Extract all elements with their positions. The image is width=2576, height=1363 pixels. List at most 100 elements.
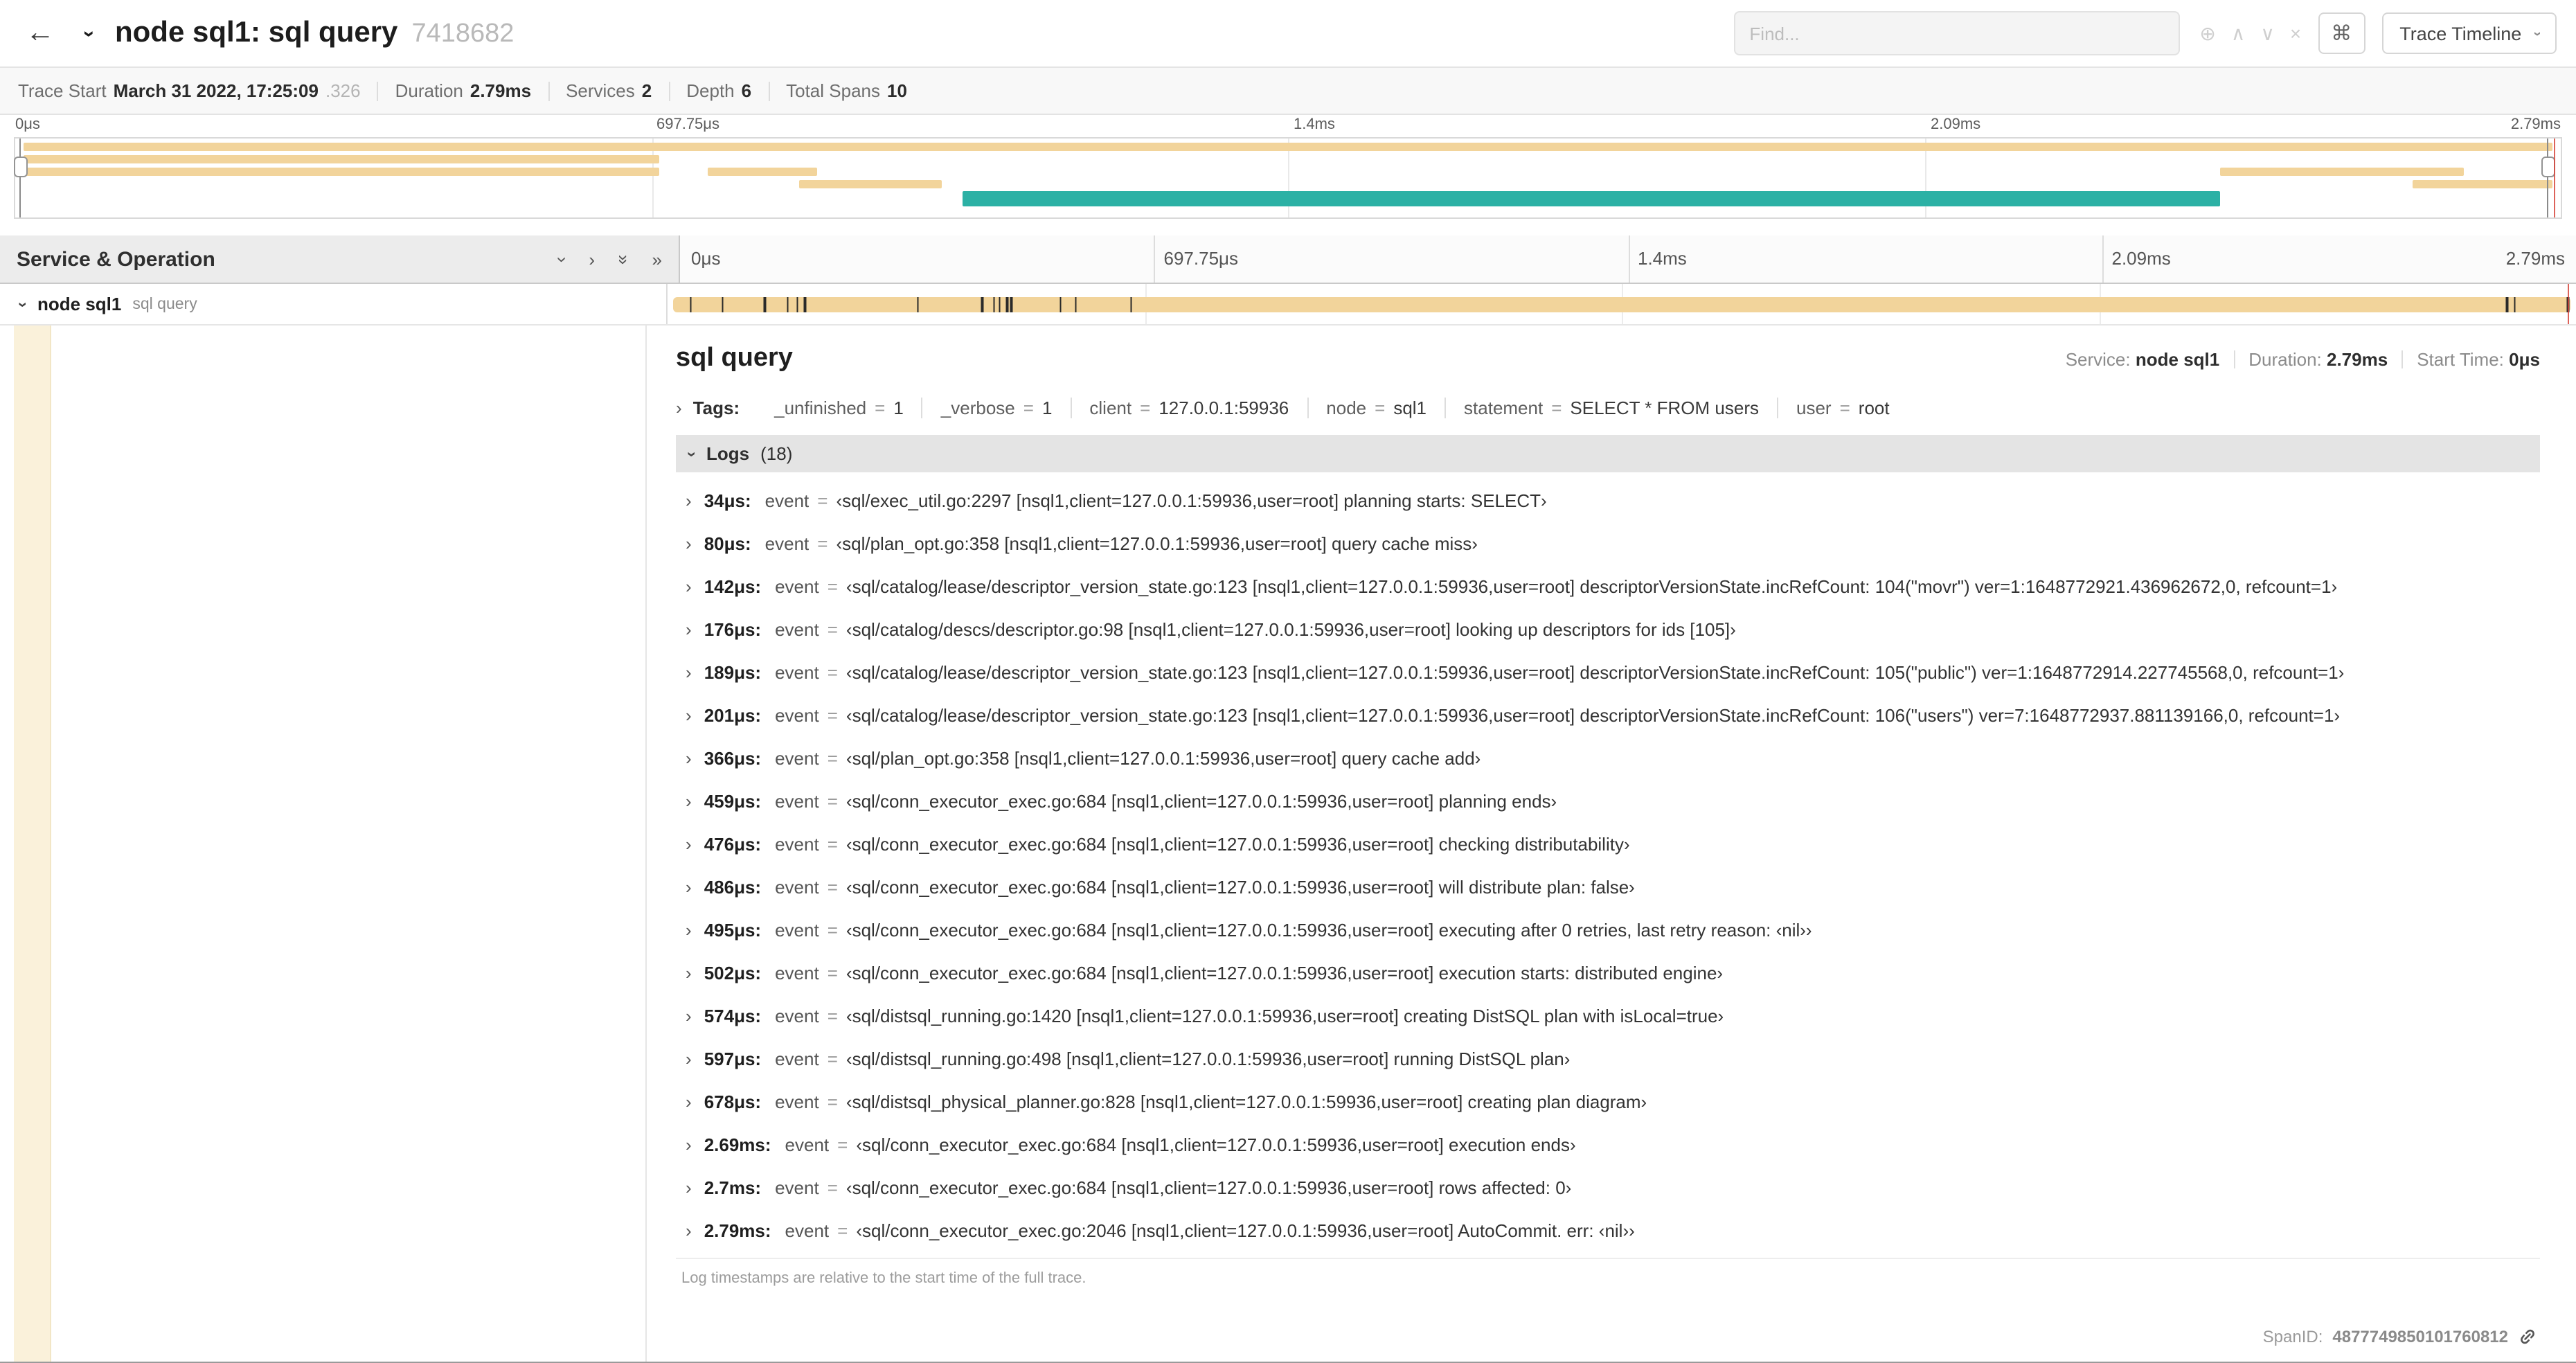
tag-key: _verbose: [940, 398, 1015, 418]
log-entry[interactable]: › 2.79ms: event = ‹sql/conn_executor_exe…: [676, 1209, 2540, 1252]
focus-match-icon[interactable]: ⊕: [2199, 24, 2215, 43]
log-time: 2.7ms:: [704, 1177, 762, 1198]
next-match-icon[interactable]: ∨: [2260, 24, 2275, 43]
log-value: ‹sql/catalog/descs/descriptor.go:98 [nsq…: [846, 619, 1736, 640]
log-equals: =: [827, 920, 838, 941]
trace-timeline-page: ← › node sql1: sql query 7418682 ⊕ ∧ ∨ ×…: [0, 0, 2576, 1363]
log-entry[interactable]: › 176μs: event = ‹sql/catalog/descs/desc…: [676, 608, 2540, 651]
summary-value: 2.79ms: [469, 80, 532, 101]
summary-value: 2: [641, 80, 652, 101]
log-time: 80μs:: [704, 533, 751, 554]
minimap-tick: 1.4ms: [1294, 116, 1335, 133]
log-entry[interactable]: › 2.69ms: event = ‹sql/conn_executor_exe…: [676, 1123, 2540, 1166]
collapse-all-icon[interactable]: »: [613, 254, 634, 264]
log-entry[interactable]: › 142μs: event = ‹sql/catalog/lease/desc…: [676, 565, 2540, 608]
log-entry[interactable]: › 189μs: event = ‹sql/catalog/lease/desc…: [676, 651, 2540, 694]
tag-key: node: [1326, 398, 1367, 418]
log-marker: [1010, 296, 1012, 312]
chevron-right-icon: ›: [686, 963, 692, 983]
log-entry[interactable]: › 486μs: event = ‹sql/conn_executor_exec…: [676, 866, 2540, 909]
trace-view-dropdown[interactable]: Trace Timeline ›: [2381, 12, 2557, 54]
log-time: 476μs:: [704, 834, 762, 855]
span-row[interactable]: › node sql1 sql query: [0, 284, 2576, 326]
collapse-trace-header-icon[interactable]: ›: [78, 30, 101, 37]
log-entry[interactable]: › 495μs: event = ‹sql/conn_executor_exec…: [676, 909, 2540, 952]
keyboard-shortcuts-button[interactable]: ⌘: [2318, 12, 2365, 54]
tag-value: 127.0.0.1:59936: [1159, 398, 1289, 418]
log-marker: [803, 296, 806, 312]
log-marker: [981, 296, 984, 312]
log-value: ‹sql/distsql_running.go:498 [nsql1,clien…: [846, 1049, 1571, 1069]
log-entry[interactable]: › 597μs: event = ‹sql/distsql_running.go…: [676, 1037, 2540, 1080]
tag-chip: statement = SELECT * FROM users: [1444, 398, 1777, 418]
minimap-left-scrubber[interactable]: [14, 139, 28, 217]
find-input[interactable]: [1734, 11, 2181, 55]
timeline-grid-header: Service & Operation › › » » 0μs 697.75μs…: [0, 235, 2576, 284]
summary-trace-start: Trace Start March 31 2022, 17:25:09 .326: [18, 80, 361, 101]
log-key: event: [775, 619, 819, 640]
log-marker: [999, 296, 1001, 312]
trace-name: node sql1: sql query: [115, 17, 398, 48]
expand-one-icon[interactable]: ›: [589, 250, 595, 268]
log-time: 201μs:: [704, 705, 762, 726]
timeline-tick: 0μs: [691, 248, 721, 269]
chevron-right-icon: ›: [686, 920, 692, 941]
chevron-right-icon: ›: [686, 705, 692, 726]
log-entry[interactable]: › 201μs: event = ‹sql/catalog/lease/desc…: [676, 694, 2540, 737]
summary-label: Trace Start: [18, 80, 107, 101]
log-entry[interactable]: › 366μs: event = ‹sql/plan_opt.go:358 [n…: [676, 737, 2540, 780]
log-entry[interactable]: › 678μs: event = ‹sql/distsql_physical_p…: [676, 1080, 2540, 1123]
minimap-span: [23, 143, 2553, 151]
summary-services: Services 2: [566, 80, 652, 101]
summary-duration: Duration 2.79ms: [395, 80, 531, 101]
log-entry[interactable]: › 34μs: event = ‹sql/exec_util.go:2297 […: [676, 479, 2540, 522]
collapse-one-icon[interactable]: ›: [552, 256, 573, 262]
log-time: 486μs:: [704, 877, 762, 898]
tag-chip: _unfinished = 1: [756, 398, 922, 418]
span-track[interactable]: [668, 284, 2576, 324]
collapse-span-icon[interactable]: ›: [14, 301, 33, 307]
log-entry[interactable]: › 574μs: event = ‹sql/distsql_running.go…: [676, 995, 2540, 1037]
log-equals: =: [827, 963, 838, 983]
log-time: 176μs:: [704, 619, 762, 640]
back-button[interactable]: ←: [19, 17, 61, 50]
span-name-column[interactable]: › node sql1 sql query: [0, 284, 668, 324]
summary-divider: [377, 81, 379, 100]
log-entry[interactable]: › 2.7ms: event = ‹sql/conn_executor_exec…: [676, 1166, 2540, 1209]
meta-divider: [2233, 350, 2235, 368]
summary-label: Total Spans: [786, 80, 880, 101]
span-id-value: 4877749850101760812: [2332, 1327, 2508, 1346]
log-key: event: [775, 705, 819, 726]
minimap-right-scrubber[interactable]: [2541, 139, 2555, 217]
log-marker: [796, 296, 798, 312]
log-entry[interactable]: › 476μs: event = ‹sql/conn_executor_exec…: [676, 823, 2540, 866]
log-entry[interactable]: › 502μs: event = ‹sql/conn_executor_exec…: [676, 952, 2540, 995]
log-equals: =: [827, 877, 838, 898]
prev-match-icon[interactable]: ∧: [2231, 24, 2246, 43]
minimap-span: [2413, 180, 2553, 188]
log-value: ‹sql/conn_executor_exec.go:2046 [nsql1,c…: [856, 1220, 1635, 1241]
tags-row[interactable]: › Tags: _unfinished = 1 _verbose = 1 cli…: [676, 398, 2540, 418]
log-value: ‹sql/conn_executor_exec.go:684 [nsql1,cl…: [856, 1134, 1576, 1155]
command-icon: ⌘: [2331, 22, 2352, 46]
tag-key: statement: [1464, 398, 1544, 418]
scrubber-grip[interactable]: [14, 157, 28, 177]
expand-all-icon[interactable]: »: [652, 250, 662, 268]
chevron-down-icon: ›: [2528, 30, 2544, 36]
log-entry[interactable]: › 80μs: event = ‹sql/plan_opt.go:358 [ns…: [676, 522, 2540, 565]
detail-service: Service: node sql1: [2065, 349, 2220, 370]
logs-header[interactable]: › Logs (18): [676, 435, 2540, 472]
log-value: ‹sql/conn_executor_exec.go:684 [nsql1,cl…: [846, 834, 1630, 855]
clear-find-icon[interactable]: ×: [2290, 24, 2301, 43]
log-entry[interactable]: › 459μs: event = ‹sql/conn_executor_exec…: [676, 780, 2540, 823]
minimap-span: [23, 168, 659, 176]
log-key: event: [775, 877, 819, 898]
tag-key: client: [1089, 398, 1132, 418]
summary-divider: [668, 81, 670, 100]
link-icon[interactable]: [2518, 1327, 2537, 1346]
log-time: 597μs:: [704, 1049, 762, 1069]
chevron-right-icon: ›: [686, 490, 692, 511]
minimap-canvas[interactable]: [14, 137, 2562, 219]
service-operation-title: Service & Operation: [17, 247, 215, 271]
scrubber-grip[interactable]: [2541, 157, 2555, 177]
